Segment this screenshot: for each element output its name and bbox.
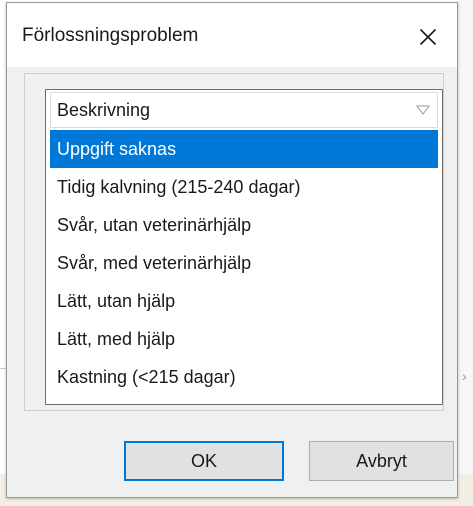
chevron-right-icon: › (462, 368, 467, 384)
list-item-latt-utan-hjalp[interactable]: Lätt, utan hjälp (50, 282, 438, 320)
close-icon (419, 28, 437, 46)
cancel-button[interactable]: Avbryt (309, 441, 454, 481)
list-item-uppgift-saknas[interactable]: Uppgift saknas (50, 130, 438, 168)
list-item-kastning[interactable]: Kastning (<215 dagar) (50, 358, 438, 396)
list-column-header[interactable]: Beskrivning (50, 92, 438, 128)
list-item-tidig-kalvning[interactable]: Tidig kalvning (215-240 dagar) (50, 168, 438, 206)
title-bar: Förlossningsproblem (7, 3, 457, 67)
ok-button[interactable]: OK (124, 441, 284, 481)
background-edge (458, 0, 473, 506)
list-items: Uppgift saknas Tidig kalvning (215-240 d… (50, 130, 438, 396)
column-header-label: Beskrivning (57, 99, 151, 120)
dialog-title: Förlossningsproblem (22, 25, 199, 46)
dialog-window: Förlossningsproblem Beskrivning Uppgift … (6, 2, 458, 498)
list-item-svar-utan-veterinarhjalp[interactable]: Svår, utan veterinärhjälp (50, 206, 438, 244)
sort-down-triangle-icon (409, 105, 437, 115)
list-item-latt-med-hjalp[interactable]: Lätt, med hjälp (50, 320, 438, 358)
close-button[interactable] (405, 17, 451, 57)
list-item-svar-med-veterinarhjalp[interactable]: Svår, med veterinärhjälp (50, 244, 438, 282)
dialog-content: Beskrivning Uppgift saknas Tidig kalvnin… (7, 67, 457, 497)
problem-listbox[interactable]: Beskrivning Uppgift saknas Tidig kalvnin… (45, 89, 443, 405)
